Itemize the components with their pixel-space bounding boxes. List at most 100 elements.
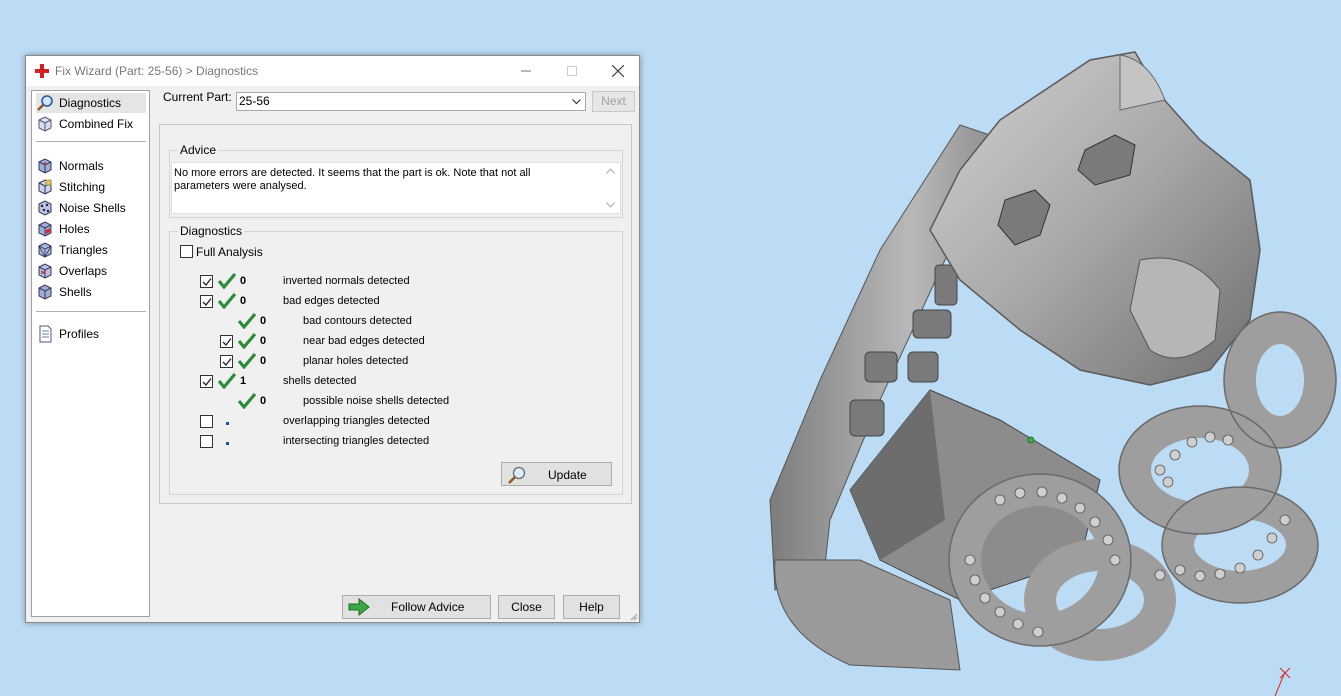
cube-icon [38,116,52,132]
current-part-select[interactable]: 25-56 [236,92,586,111]
minimize-button[interactable] [503,56,549,86]
row-checkbox[interactable] [220,335,233,348]
row-label: inverted normals detected [283,275,410,287]
checkmark-icon [222,338,232,346]
nav-label: Noise Shells [59,201,126,215]
row-count: 1 [240,375,247,387]
diagnostic-row-bad-contours: 0 bad contours detected [170,312,640,332]
chevron-down-icon [572,99,581,105]
fix-wizard-window: Fix Wizard (Part: 25-56) > Diagnostics D… [25,55,640,623]
row-checkbox[interactable] [200,435,213,448]
green-check-icon [218,293,236,309]
row-label: intersecting triangles detected [283,435,430,447]
checkmark-icon [202,278,212,286]
magnifier-icon [508,466,526,484]
diagnostics-panel: Advice No more errors are detected. It s… [159,124,632,504]
row-count: 0 [260,315,267,327]
green-check-icon [238,313,256,329]
holes-cube-icon [38,221,52,237]
row-label: bad edges detected [283,295,380,307]
row-checkbox[interactable] [200,295,213,308]
close-icon [612,65,624,77]
stitching-cube-icon [38,179,52,195]
document-icon [39,325,52,343]
row-label: shells detected [283,375,357,387]
diagnostic-row-bad-edges: 0 bad edges detected [170,292,640,312]
title-bar[interactable]: Fix Wizard (Part: 25-56) > Diagnostics [26,56,639,86]
row-checkbox[interactable] [200,415,213,428]
resize-grip-icon[interactable] [628,611,638,621]
diagnostic-row-near-bad-edges: 0 near bad edges detected [170,332,640,352]
nav-item-combined-fix[interactable]: Combined Fix [36,114,146,134]
advice-textbox[interactable]: No more errors are detected. It seems th… [171,162,621,214]
diagnostic-row-noise-shells: 0 possible noise shells detected [170,392,640,412]
update-button[interactable]: Update [501,462,612,486]
follow-advice-button[interactable]: Follow Advice [342,595,491,619]
update-label: Update [548,468,587,482]
green-arrow-icon [348,598,370,616]
pending-dot-icon [226,422,229,425]
row-label: near bad edges detected [303,335,425,347]
nav-label: Triangles [59,243,108,257]
current-part-value: 25-56 [239,94,270,108]
maximize-button[interactable] [549,56,595,86]
green-check-icon [218,273,236,289]
row-label: possible noise shells detected [303,395,450,407]
diagnostics-title: Diagnostics [178,224,245,238]
next-button[interactable]: Next [592,91,635,112]
full-analysis-label: Full Analysis [196,245,263,259]
checkmark-icon [222,358,232,366]
pending-dot-icon [226,442,229,445]
diagnostics-group: Diagnostics Full Analysis 0 inverted nor… [169,224,623,495]
close-button[interactable]: Close [498,595,555,619]
nav-item-triangles[interactable]: Triangles [36,240,146,260]
advice-title: Advice [178,143,219,157]
diagnostic-row-inverted-normals: 0 inverted normals detected [170,272,640,292]
row-label: planar holes detected [303,355,409,367]
nav-item-diagnostics[interactable]: Diagnostics [36,93,146,113]
shells-cube-icon [38,284,52,300]
advice-text: No more errors are detected. It seems th… [174,167,531,192]
close-window-button[interactable] [595,56,641,86]
window-title: Fix Wizard (Part: 25-56) > Diagnostics [55,64,259,78]
row-count: 0 [260,395,267,407]
nav-item-shells[interactable]: Shells [36,282,146,302]
nav-item-profiles[interactable]: Profiles [36,324,146,344]
diagnostic-row-shells: 1 shells detected [170,372,640,392]
nav-label: Profiles [59,327,100,341]
checkmark-icon [202,378,212,386]
nav-item-noise-shells[interactable]: Noise Shells [36,198,146,218]
nav-item-overlaps[interactable]: Overlaps [36,261,146,281]
diagnostic-row-planar-holes: 0 planar holes detected [170,352,640,372]
checkmark-icon [202,298,212,306]
nav-item-stitching[interactable]: Stitching [36,177,146,197]
advice-group: Advice No more errors are detected. It s… [169,143,623,218]
nav-label: Normals [59,159,104,173]
row-checkbox[interactable] [220,355,233,368]
full-analysis-checkbox[interactable] [180,245,193,258]
green-check-icon [218,373,236,389]
scroll-up-icon[interactable] [606,168,615,174]
nav-divider [36,311,146,312]
normals-cube-icon [38,158,52,174]
row-checkbox[interactable] [200,375,213,388]
row-count: 0 [260,355,267,367]
help-button[interactable]: Help [563,595,620,619]
nav-item-holes[interactable]: Holes [36,219,146,239]
row-label: overlapping triangles detected [283,415,430,427]
magnifier-icon [37,95,53,111]
current-part-label: Current Part: [163,90,232,104]
triangles-cube-icon [38,242,52,258]
nav-item-normals[interactable]: Normals [36,156,146,176]
minimize-icon [521,70,531,72]
nav-label: Overlaps [59,264,108,278]
green-check-icon [238,393,256,409]
noise-shells-icon [38,200,52,216]
scroll-down-icon[interactable] [606,202,615,208]
wizard-nav: Diagnostics Combined Fix Normals Stitchi… [31,90,150,617]
row-checkbox[interactable] [200,275,213,288]
diagnostic-row-intersecting: intersecting triangles detected [170,432,640,452]
overlaps-cube-icon [38,263,52,279]
green-check-icon [238,353,256,369]
nav-label: Holes [59,222,90,236]
